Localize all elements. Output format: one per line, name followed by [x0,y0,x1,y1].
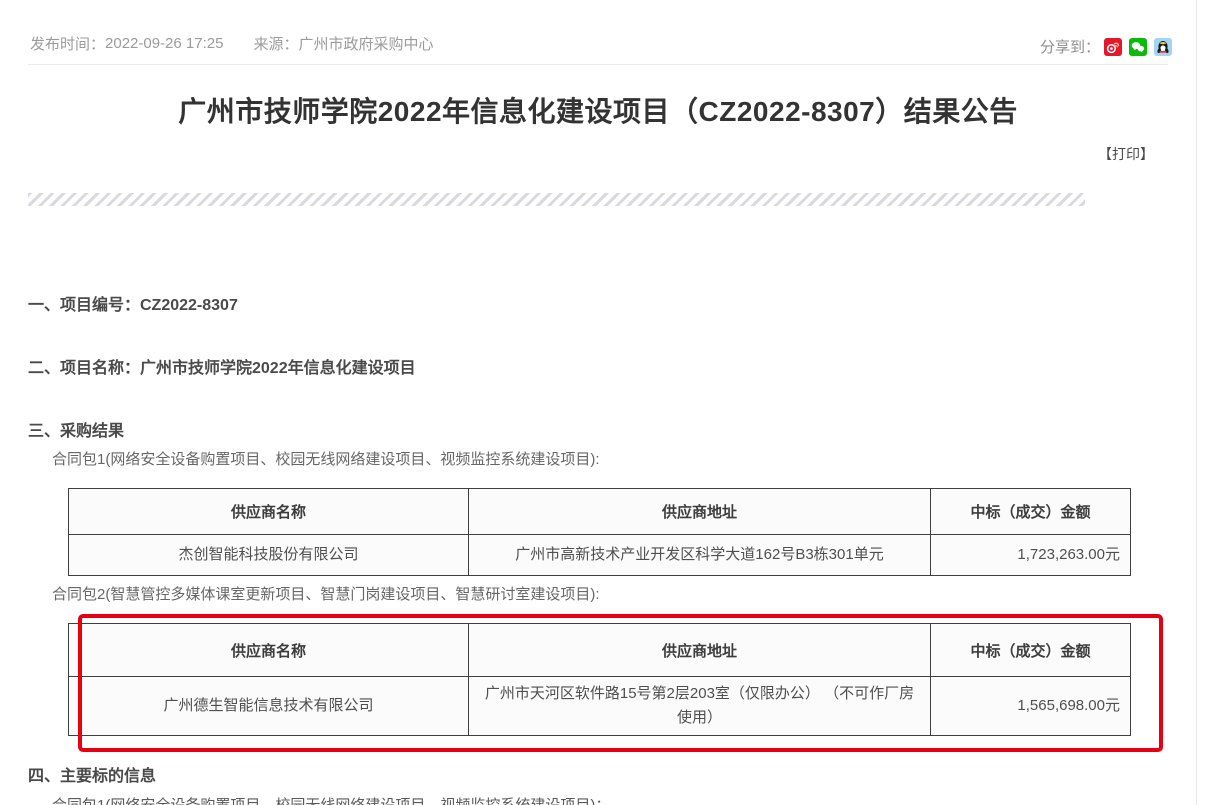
table-header-row: 供应商名称 供应商地址 中标（成交）金额 [69,489,1131,535]
header-award-amount: 中标（成交）金额 [931,489,1131,535]
header-supplier-name: 供应商名称 [69,624,469,677]
package1-table: 供应商名称 供应商地址 中标（成交）金额 杰创智能科技股份有限公司 广州市高新技… [68,488,1131,576]
header-supplier-name: 供应商名称 [69,489,469,535]
clipped-bottom-text: 合同包1(网络安全设备购置项目、校园无线网络建设项目、视频监控系统建设项目)： [52,794,610,805]
header-supplier-address: 供应商地址 [469,489,931,535]
share-label: 分享到： [1040,36,1100,57]
hatched-divider [28,193,1085,206]
share-icons [1104,38,1172,56]
supplier-name-cell: 杰创智能科技股份有限公司 [69,535,469,576]
section-project-name: 二、项目名称：广州市技师学院2022年信息化建设项目 [28,354,416,378]
package1-label: 合同包1(网络安全设备购置项目、校园无线网络建设项目、视频监控系统建设项目): [52,448,600,469]
wechat-icon[interactable] [1129,38,1147,56]
announcement-page: 发布时间： 2022-09-26 17:25 来源： 广州市政府采购中心 分享到… [0,0,1218,805]
weibo-icon[interactable] [1104,38,1122,56]
share-row: 分享到： [1040,36,1172,57]
page-title: 广州市技师学院2022年信息化建设项目（CZ2022-8307）结果公告 [0,90,1196,130]
package2-label: 合同包2(智慧管控多媒体课室更新项目、智慧门岗建设项目、智慧研讨室建设项目): [52,583,600,604]
section-procurement-result: 三、采购结果 [28,417,124,441]
print-button[interactable]: 【打印】 [1098,144,1154,164]
page-right-divider [1196,0,1197,805]
supplier-name-cell: 广州德生智能信息技术有限公司 [69,677,469,736]
publish-time-label: 发布时间： [30,33,105,54]
award-amount-cell: 1,723,263.00元 [931,535,1131,576]
award-amount-cell: 1,565,698.00元 [931,677,1131,736]
source-label: 来源： [253,33,298,54]
meta-row: 发布时间： 2022-09-26 17:25 来源： 广州市政府采购中心 [30,33,433,54]
supplier-address-cell: 广州市高新技术产业开发区科学大道162号B3栋301单元 [469,535,931,576]
table-row: 杰创智能科技股份有限公司 广州市高新技术产业开发区科学大道162号B3栋301单… [69,535,1131,576]
table-row: 广州德生智能信息技术有限公司 广州市天河区软件路15号第2层203室（仅限办公）… [69,677,1131,736]
publish-time-value: 2022-09-26 17:25 [105,35,223,52]
qq-icon[interactable] [1154,38,1172,56]
supplier-address-cell: 广州市天河区软件路15号第2层203室（仅限办公） （不可作厂房使用） [469,677,931,736]
source-value: 广州市政府采购中心 [298,33,433,54]
section-project-number: 一、项目编号：CZ2022-8307 [28,291,238,315]
header-supplier-address: 供应商地址 [469,624,931,677]
table-header-row: 供应商名称 供应商地址 中标（成交）金额 [69,624,1131,677]
meta-divider [28,64,1168,65]
package2-table: 供应商名称 供应商地址 中标（成交）金额 广州德生智能信息技术有限公司 广州市天… [68,623,1131,736]
section-main-subject-info: 四、主要标的信息 [28,762,156,786]
header-award-amount: 中标（成交）金额 [931,624,1131,677]
